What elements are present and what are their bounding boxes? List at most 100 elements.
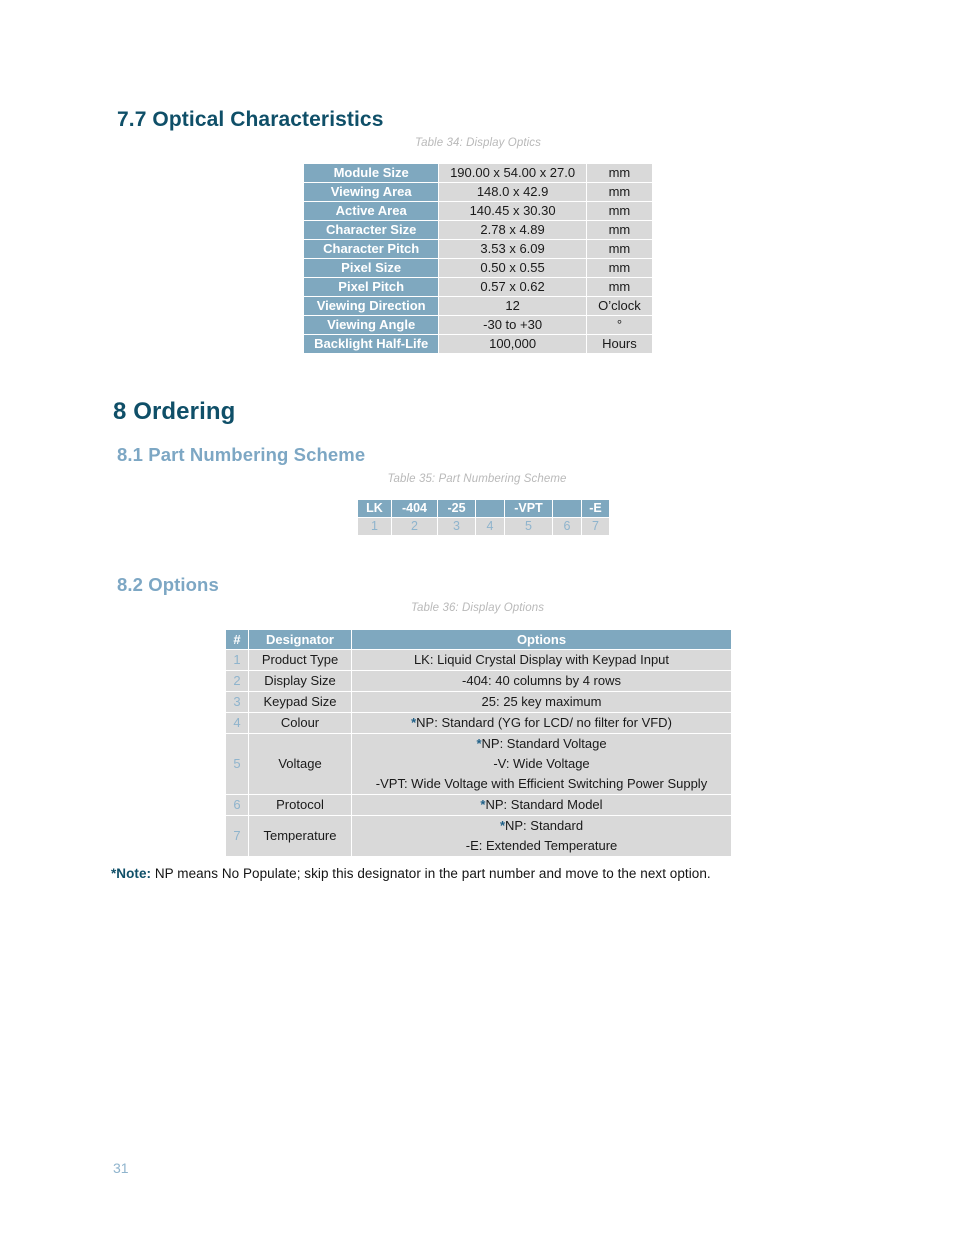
optics-value-cell: 2.78 x 4.89 [439,221,586,239]
part-number-index-cell: 3 [438,518,475,535]
part-number-index-cell: 5 [505,518,552,535]
part-number-code-row: LK -404 -25 -VPT -E [358,500,609,517]
part-number-index-cell: 7 [582,518,609,535]
part-number-index-cell: 6 [553,518,581,535]
caption-table-36: Table 36: Display Options [410,602,545,614]
part-number-index-cell: 4 [476,518,504,535]
table-row: 2 Display Size -404: 40 columns by 4 rows [226,671,731,691]
optics-value-cell: -30 to +30 [439,316,586,334]
optics-value-cell: 3.53 x 6.09 [439,240,586,258]
caption-table-34: Table 34: Display Optics [415,137,541,149]
caption-table-35: Table 35: Part Numbering Scheme [387,473,567,485]
optics-value-cell: 0.50 x 0.55 [439,259,586,277]
table-row: Viewing Angle -30 to +30 ° [304,316,652,334]
options-row-number: 7 [226,816,248,856]
part-number-index-cell: 1 [358,518,391,535]
optics-value-cell: 12 [439,297,586,315]
part-number-code-cell: -VPT [505,500,552,517]
options-header-options: Options [352,630,731,649]
table-row: Character Pitch 3.53 x 6.09 mm [304,240,652,258]
optics-value-cell: 0.57 x 0.62 [439,278,586,296]
optics-unit-cell: mm [586,278,652,296]
options-value-cell: *NP: Standard -E: Extended Temperature [352,816,731,856]
note-text: NP means No Populate; skip this designat… [151,866,711,881]
asterisk-marker: * [411,715,417,730]
table-part-numbering-body: LK -404 -25 -VPT -E 1 2 3 4 5 6 7 [358,500,609,535]
heading-options: 8.2 Options [117,574,219,595]
table-display-optics: Module Size 190.00 x 54.00 x 27.0 mm Viewin… [303,163,653,354]
optics-label-cell: Viewing Direction [304,297,439,315]
table-part-numbering: LK -404 -25 -VPT -E 1 2 3 4 5 6 7 [357,499,610,536]
part-number-code-cell [476,500,504,517]
options-row-number: 3 [226,692,248,712]
asterisk-marker: * [480,797,486,812]
optics-unit-cell: ° [586,316,652,334]
heading-ordering: 8 Ordering [113,398,236,425]
options-designator-cell: Display Size [249,671,351,691]
table-row: 1 Product Type LK: Liquid Crystal Display … [226,650,731,670]
options-row-number: 2 [226,671,248,691]
part-number-index-cell: 2 [392,518,437,535]
table-row: Module Size 190.00 x 54.00 x 27.0 mm [304,164,652,182]
table-row: Viewing Direction 12 O’clock [304,297,652,315]
optics-unit-cell: mm [586,164,652,182]
options-header-designator: Designator [249,630,351,649]
options-row-number: 5 [226,734,248,794]
optics-label-cell: Viewing Area [304,183,439,201]
options-designator-cell: Protocol [249,795,351,815]
optics-value-cell: 190.00 x 54.00 x 27.0 [439,164,586,182]
optics-unit-cell: mm [586,202,652,220]
options-value-cell: -404: 40 columns by 4 rows [352,671,731,691]
optics-unit-cell: mm [586,240,652,258]
table-row: Viewing Area 148.0 x 42.9 mm [304,183,652,201]
table-row: 7 Temperature *NP: Standard -E: Extended Te… [226,816,731,856]
optics-label-cell: Pixel Pitch [304,278,439,296]
optics-unit-cell: mm [586,183,652,201]
optics-label-cell: Module Size [304,164,439,182]
asterisk-marker: * [499,818,505,833]
optics-label-cell: Backlight Half-Life [304,335,439,353]
optics-unit-cell: Hours [586,335,652,353]
optics-label-cell: Active Area [304,202,439,220]
optics-unit-cell: mm [586,259,652,277]
options-designator-cell: Colour [249,713,351,733]
optics-label-cell: Pixel Size [304,259,439,277]
options-designator-cell: Voltage [249,734,351,794]
optics-label-cell: Character Pitch [304,240,439,258]
optics-unit-cell: mm [586,221,652,239]
table-display-options: # Designator Options 1 Product Type LK: Liqui… [225,629,732,857]
optics-unit-cell: O’clock [586,297,652,315]
options-value-cell: 25: 25 key maximum [352,692,731,712]
optics-value-cell: 100,000 [439,335,586,353]
part-number-code-cell: LK [358,500,391,517]
options-row-number: 4 [226,713,248,733]
options-designator-cell: Temperature [249,816,351,856]
options-value-cell: *NP: Standard Voltage -V: Wide Voltage -VP… [352,734,731,794]
table-header-row: # Designator Options [226,630,731,649]
part-number-code-cell: -25 [438,500,475,517]
options-row-number: 1 [226,650,248,670]
options-designator-cell: Keypad Size [249,692,351,712]
table-row: 5 Voltage *NP: Standard Voltage -V: Wide Vo… [226,734,731,794]
table-row: Pixel Pitch 0.57 x 0.62 mm [304,278,652,296]
optics-value-cell: 140.45 x 30.30 [439,202,586,220]
options-designator-cell: Product Type [249,650,351,670]
table-row: 6 Protocol *NP: Standard Model [226,795,731,815]
options-value-cell: LK: Liquid Crystal Display with Keypad I… [352,650,731,670]
options-header-num: # [226,630,248,649]
table-row: Character Size 2.78 x 4.89 mm [304,221,652,239]
part-number-code-cell: -404 [392,500,437,517]
optics-value-cell: 148.0 x 42.9 [439,183,586,201]
table-row: 3 Keypad Size 25: 25 key maximum [226,692,731,712]
part-number-code-cell [553,500,581,517]
document-page: 7.7 Optical Characteristics Table 34: Di… [0,0,954,1235]
table-display-optics-body: Module Size 190.00 x 54.00 x 27.0 mm Viewin… [304,164,652,353]
heading-optical-characteristics: 7.7 Optical Characteristics [117,108,384,131]
table-row: Pixel Size 0.50 x 0.55 mm [304,259,652,277]
options-value-cell: *NP: Standard Model [352,795,731,815]
page-number: 31 [113,1160,129,1176]
note-line: *Note: NP means No Populate; skip this d… [111,866,711,881]
table-row: Backlight Half-Life 100,000 Hours [304,335,652,353]
heading-part-numbering-scheme: 8.1 Part Numbering Scheme [117,444,366,465]
table-row: 4 Colour *NP: Standard (YG for LCD/ no fil… [226,713,731,733]
